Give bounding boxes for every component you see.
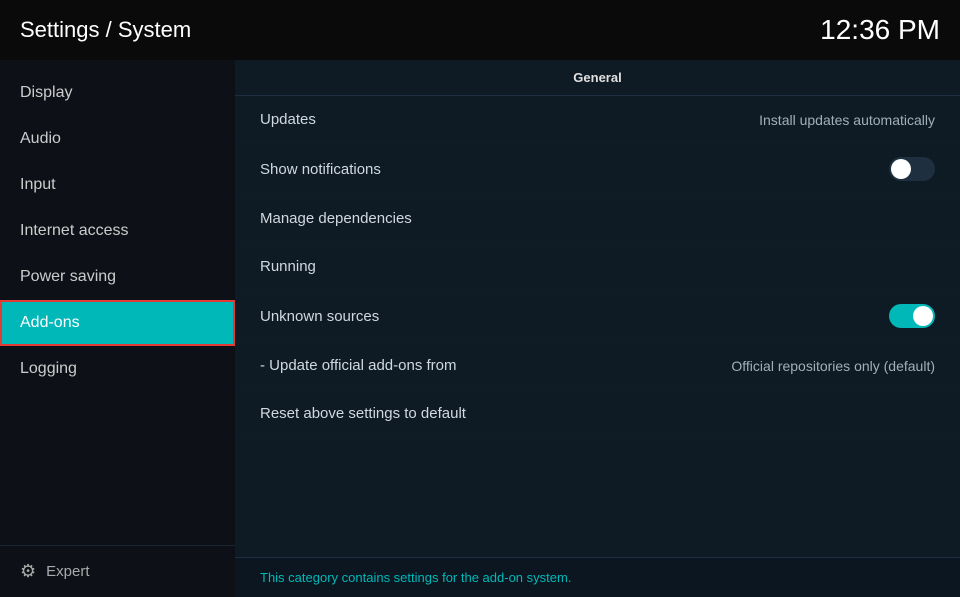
sidebar-item-input[interactable]: Input	[0, 162, 235, 208]
sidebar-item-audio[interactable]: Audio	[0, 116, 235, 162]
sidebar-item-display[interactable]: Display	[0, 70, 235, 116]
setting-label-running: Running	[260, 258, 316, 275]
setting-label-show-notifications: Show notifications	[260, 161, 381, 178]
toggle-knob-unknown-sources	[913, 306, 933, 326]
expert-label: Expert	[46, 563, 89, 580]
settings-list: Updates Install updates automatically Show…	[235, 96, 960, 557]
setting-label-manage-dependencies: Manage dependencies	[260, 210, 412, 227]
sidebar-footer[interactable]: ⚙ Expert	[0, 545, 235, 597]
header: Settings / System 12:36 PM	[0, 0, 960, 60]
setting-value-updates: Install updates automatically	[759, 112, 935, 128]
setting-row-running[interactable]: Running	[235, 243, 960, 291]
sidebar: DisplayAudioInputInternet accessPower sa…	[0, 60, 235, 597]
setting-row-unknown-sources[interactable]: Unknown sources	[235, 291, 960, 342]
setting-label-updates: Updates	[260, 111, 316, 128]
setting-row-show-notifications[interactable]: Show notifications	[235, 144, 960, 195]
section-header: General	[235, 60, 960, 96]
setting-label-unknown-sources: Unknown sources	[260, 308, 379, 325]
setting-label-update-official-addons: - Update official add-ons from	[260, 357, 457, 374]
setting-row-updates[interactable]: Updates Install updates automatically	[235, 96, 960, 144]
toggle-unknown-sources[interactable]	[889, 304, 935, 328]
main-layout: DisplayAudioInputInternet accessPower sa…	[0, 60, 960, 597]
toggle-knob-show-notifications	[891, 159, 911, 179]
sidebar-item-add-ons[interactable]: Add-ons	[0, 300, 235, 346]
setting-value-update-official-addons: Official repositories only (default)	[731, 358, 935, 374]
setting-row-reset-settings[interactable]: Reset above settings to default	[235, 390, 960, 438]
setting-row-update-official-addons[interactable]: - Update official add-ons from Official r…	[235, 342, 960, 390]
content-area: General Updates Install updates automatic…	[235, 60, 960, 597]
clock: 12:36 PM	[820, 14, 940, 46]
sidebar-item-internet-access[interactable]: Internet access	[0, 208, 235, 254]
page-title: Settings / System	[20, 17, 191, 43]
content-footer-hint: This category contains settings for the …	[235, 557, 960, 597]
setting-row-manage-dependencies[interactable]: Manage dependencies	[235, 195, 960, 243]
sidebar-item-power-saving[interactable]: Power saving	[0, 254, 235, 300]
sidebar-item-logging[interactable]: Logging	[0, 346, 235, 392]
toggle-show-notifications[interactable]	[889, 157, 935, 181]
gear-icon: ⚙	[20, 561, 36, 582]
setting-label-reset-settings: Reset above settings to default	[260, 405, 466, 422]
